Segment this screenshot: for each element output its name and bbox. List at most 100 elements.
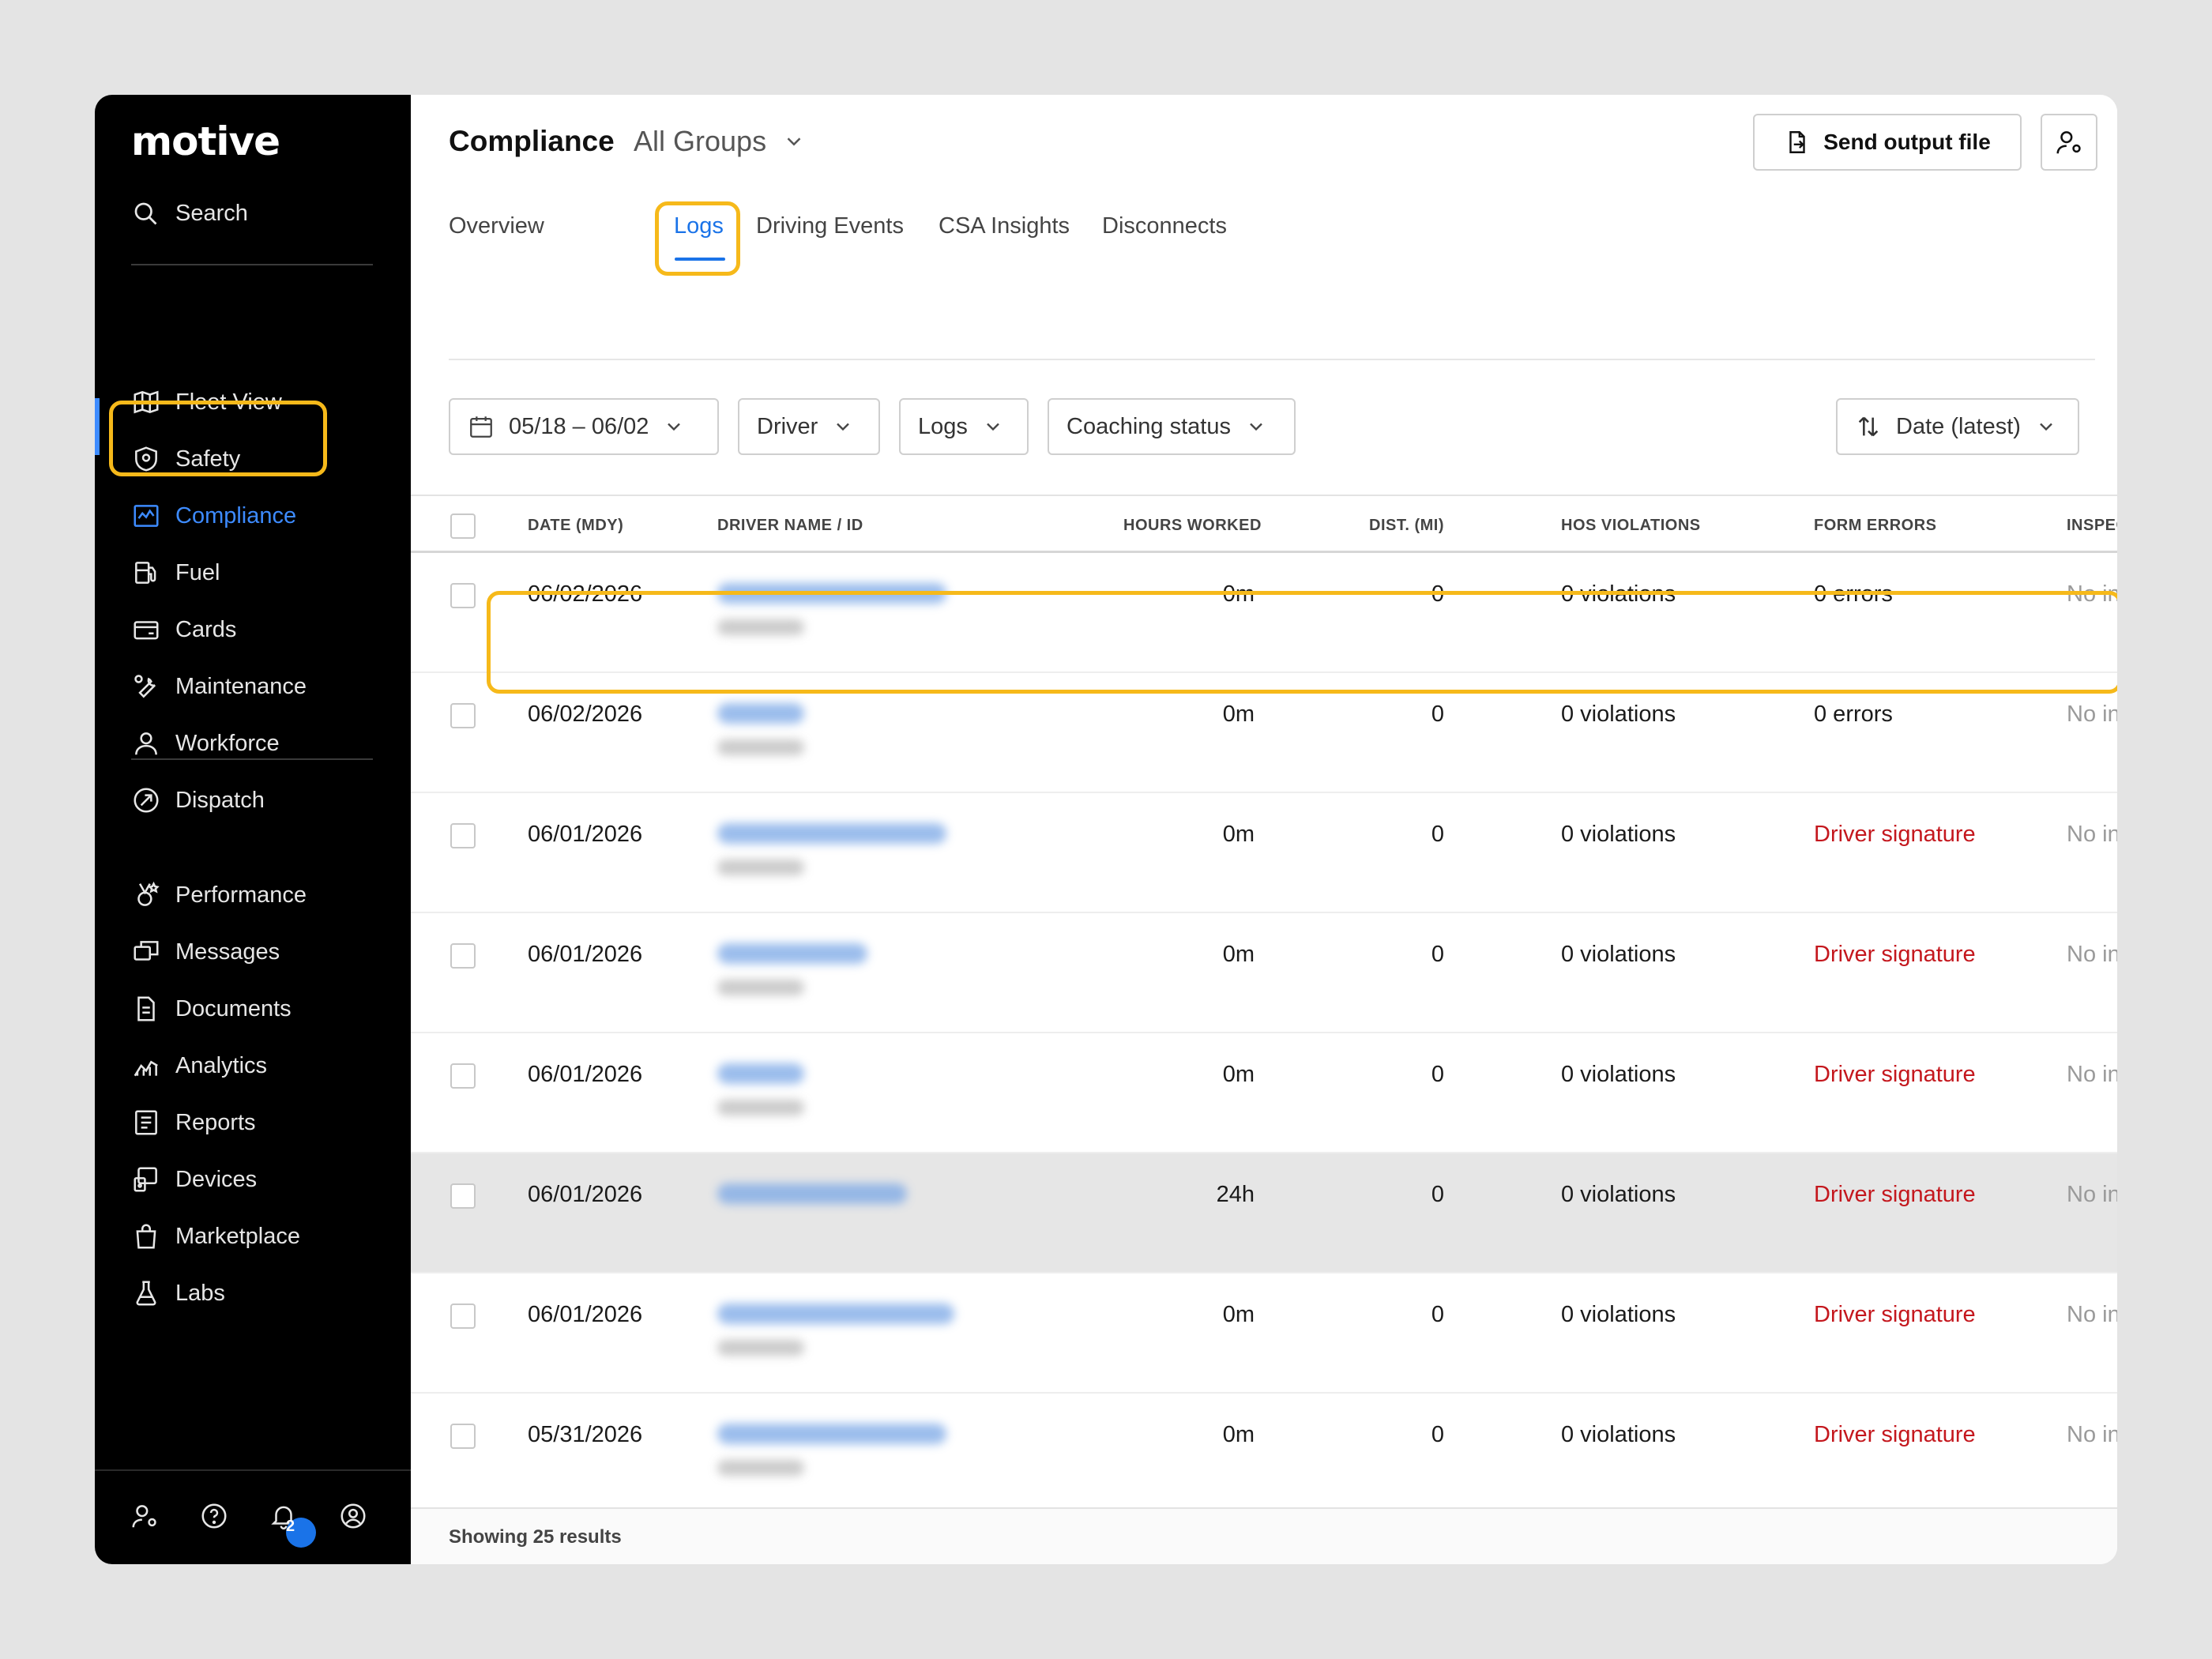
- group-selector[interactable]: All Groups: [634, 125, 806, 158]
- driver-id: [717, 1340, 804, 1356]
- table-header: DATE (MDY) DRIVER NAME / ID HOURS WORKED…: [411, 495, 2117, 553]
- cell-date: 05/31/2026: [528, 1422, 643, 1447]
- sidebar-item-compliance[interactable]: Compliance: [131, 501, 296, 531]
- sidebar-item-label: Cards: [175, 616, 237, 642]
- cell-form-errors[interactable]: Driver signature: [1814, 1062, 1976, 1088]
- account-icon[interactable]: [338, 1501, 368, 1531]
- sidebar-item-labs[interactable]: Labs: [131, 1278, 225, 1308]
- row-checkbox[interactable]: [450, 823, 476, 848]
- sidebar-item-label: Messages: [175, 939, 280, 965]
- cell-hos-violations[interactable]: 0 violations: [1561, 942, 1676, 968]
- table-row[interactable]: 06/01/2026 0m 0 0 violations Driver signatur…: [411, 1273, 2117, 1394]
- cell-form-errors[interactable]: Driver signature: [1814, 1182, 1976, 1208]
- table-row[interactable]: 06/01/2026 0m 0 0 violations Driver signatur…: [411, 793, 2117, 913]
- column-header-form-errors[interactable]: FORM ERRORS: [1814, 517, 1937, 535]
- cell-inspection: No inspection: [2067, 942, 2117, 967]
- driver-name-link[interactable]: [717, 1424, 946, 1444]
- motive-logo[interactable]: motive: [131, 118, 280, 164]
- sidebar-item-dispatch[interactable]: Dispatch: [131, 785, 265, 815]
- cell-inspection: No inspection: [2067, 1302, 2117, 1327]
- row-checkbox[interactable]: [450, 1183, 476, 1209]
- tab-overview[interactable]: Overview: [449, 213, 544, 239]
- sidebar-item-documents[interactable]: Documents: [131, 994, 292, 1024]
- driver-name-link[interactable]: [717, 943, 867, 964]
- driver-name-link[interactable]: [717, 1304, 954, 1324]
- sidebar-item-workforce[interactable]: Workforce: [131, 728, 280, 758]
- driver-name-link[interactable]: [717, 703, 804, 724]
- logs-filter[interactable]: Logs: [899, 398, 1029, 455]
- column-header-hos[interactable]: HOS VIOLATIONS: [1561, 517, 1701, 535]
- sidebar-item-performance[interactable]: Performance: [131, 880, 307, 910]
- sidebar-item-fuel[interactable]: Fuel: [131, 558, 220, 588]
- row-checkbox[interactable]: [450, 583, 476, 608]
- date-range-filter[interactable]: 05/18 – 06/02: [449, 398, 719, 455]
- cell-hos-violations[interactable]: 0 violations: [1561, 1062, 1676, 1088]
- sidebar-item-marketplace[interactable]: Marketplace: [131, 1221, 300, 1251]
- highlight-compliance-nav: [109, 401, 327, 476]
- driver-filter[interactable]: Driver: [738, 398, 880, 455]
- sidebar-item-messages[interactable]: Messages: [131, 937, 280, 967]
- cell-distance: 0: [1431, 822, 1444, 847]
- column-header-driver[interactable]: DRIVER NAME / ID: [717, 517, 863, 535]
- tab-disconnects[interactable]: Disconnects: [1102, 213, 1227, 239]
- sidebar-item-cards[interactable]: Cards: [131, 615, 236, 645]
- cell-hos-violations[interactable]: 0 violations: [1561, 702, 1676, 728]
- column-header-date[interactable]: DATE (MDY): [528, 517, 623, 535]
- cell-form-errors[interactable]: Driver signature: [1814, 942, 1976, 968]
- column-header-hours[interactable]: HOURS WORKED: [1123, 517, 1261, 535]
- cell-form-errors[interactable]: Driver signature: [1814, 822, 1976, 848]
- chevron-down-icon: [987, 423, 999, 431]
- row-checkbox[interactable]: [450, 943, 476, 969]
- cell-hos-violations[interactable]: 0 violations: [1561, 1422, 1676, 1448]
- cell-distance: 0: [1431, 1062, 1444, 1087]
- cell-hours-worked: 24h: [1216, 1182, 1255, 1207]
- person-icon: [135, 732, 157, 755]
- help-icon[interactable]: [199, 1501, 229, 1531]
- sidebar-item-reports[interactable]: Reports: [131, 1108, 256, 1138]
- user-settings-icon[interactable]: [130, 1501, 160, 1531]
- driver-name-link[interactable]: [717, 1183, 907, 1204]
- card-icon: [134, 621, 159, 640]
- chevron-down-icon: [1250, 423, 1262, 431]
- cell-form-errors[interactable]: Driver signature: [1814, 1302, 1976, 1328]
- select-all-checkbox[interactable]: [450, 514, 476, 539]
- cell-inspection: No inspection: [2067, 1182, 2117, 1207]
- coaching-status-filter[interactable]: Coaching status: [1048, 398, 1296, 455]
- table-body: 06/02/2026 0m 0 0 violations 0 errors No insp…: [411, 553, 2117, 1507]
- cell-form-errors[interactable]: Driver signature: [1814, 1422, 1976, 1448]
- row-checkbox[interactable]: [450, 1424, 476, 1449]
- driver-name-link[interactable]: [717, 823, 946, 844]
- tab-driving-events[interactable]: Driving Events: [756, 213, 904, 239]
- fuel-pump-icon: [135, 562, 156, 584]
- row-checkbox[interactable]: [450, 1304, 476, 1329]
- sidebar-item-analytics[interactable]: Analytics: [131, 1051, 267, 1081]
- user-settings-button[interactable]: [2041, 114, 2097, 171]
- sidebar-item-maintenance[interactable]: Maintenance: [131, 672, 307, 702]
- driver-id: [717, 860, 804, 875]
- table-row[interactable]: 06/01/2026 0m 0 0 violations Driver signatur…: [411, 1033, 2117, 1153]
- sort-dropdown[interactable]: Date (latest): [1836, 398, 2079, 455]
- sidebar-divider: [131, 264, 373, 265]
- cell-hos-violations[interactable]: 0 violations: [1561, 1302, 1676, 1328]
- cell-hos-violations[interactable]: 0 violations: [1561, 822, 1676, 848]
- dispatch-tag-icon: [134, 788, 159, 813]
- sidebar-search[interactable]: Search: [131, 199, 248, 228]
- driver-name-link[interactable]: [717, 1063, 804, 1084]
- table-row[interactable]: 06/01/2026 0m 0 0 violations Driver signatur…: [411, 913, 2117, 1033]
- row-checkbox[interactable]: [450, 703, 476, 728]
- table-row[interactable]: 06/01/2026 24h 0 0 violations Driver signatu…: [411, 1153, 2117, 1273]
- cell-form-errors[interactable]: 0 errors: [1814, 702, 1893, 728]
- column-header-distance[interactable]: DIST. (MI): [1365, 517, 1444, 535]
- analytics-icon: [134, 1060, 158, 1077]
- coaching-status-label: Coaching status: [1066, 413, 1231, 439]
- row-checkbox[interactable]: [450, 1063, 476, 1089]
- send-output-file-button[interactable]: Send output file: [1753, 114, 2022, 171]
- cell-hos-violations[interactable]: 0 violations: [1561, 1182, 1676, 1208]
- document-icon: [137, 996, 155, 1021]
- cell-distance: 0: [1431, 942, 1444, 967]
- tab-csa-insights[interactable]: CSA Insights: [939, 213, 1070, 239]
- table-row[interactable]: 05/31/2026 0m 0 0 violations Driver signatur…: [411, 1394, 2117, 1507]
- notifications-bell-icon[interactable]: 2: [269, 1501, 316, 1548]
- column-header-inspection[interactable]: INSPECTION DEFEC: [2067, 517, 2117, 535]
- sidebar-item-devices[interactable]: Devices: [131, 1164, 257, 1194]
